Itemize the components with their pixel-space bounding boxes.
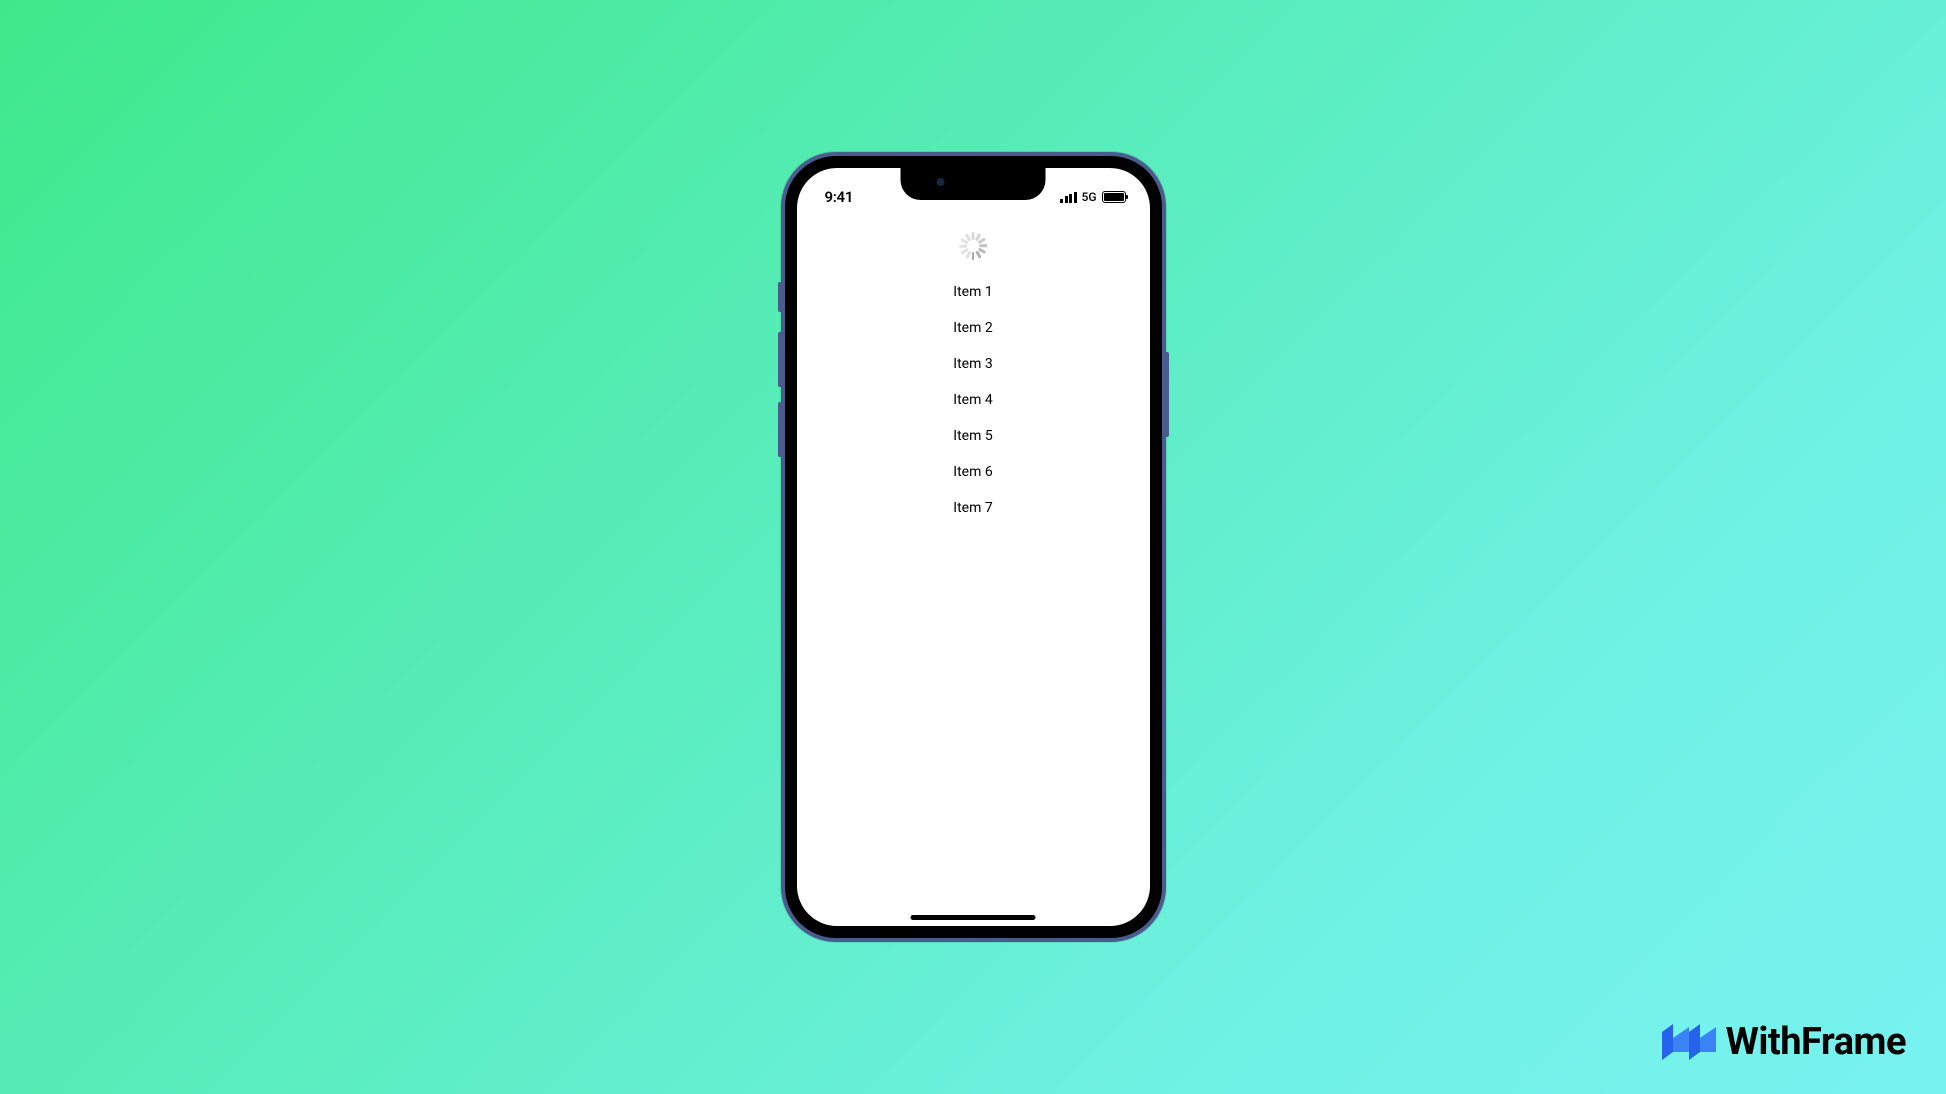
status-indicators: 5G [1060, 190, 1126, 204]
home-indicator[interactable] [911, 915, 1036, 920]
status-time: 9:41 [825, 188, 854, 206]
battery-icon [1102, 191, 1126, 203]
network-type: 5G [1082, 190, 1097, 204]
volume-up-button [778, 332, 781, 387]
list-item[interactable]: Item 3 [953, 346, 992, 382]
phone-screen: 9:41 5G Item 1 I [797, 168, 1150, 926]
front-camera [937, 178, 945, 186]
loading-spinner-icon [959, 232, 987, 260]
list-item[interactable]: Item 6 [953, 454, 992, 490]
loading-indicator-container [797, 212, 1150, 274]
list-item[interactable]: Item 5 [953, 418, 992, 454]
silence-switch [778, 282, 781, 312]
item-list[interactable]: Item 1 Item 2 Item 3 Item 4 Item 5 Item … [797, 274, 1150, 526]
phone-notch [901, 168, 1046, 200]
withframe-watermark: WithFrame [1662, 1020, 1906, 1064]
list-item[interactable]: Item 1 [953, 274, 992, 310]
volume-down-button [778, 402, 781, 457]
list-item[interactable]: Item 4 [953, 382, 992, 418]
power-button [1166, 352, 1169, 437]
cellular-signal-icon [1060, 192, 1077, 203]
list-item[interactable]: Item 2 [953, 310, 992, 346]
list-item[interactable]: Item 7 [953, 490, 992, 526]
withframe-logo-icon [1662, 1024, 1716, 1060]
watermark-text: WithFrame [1726, 1020, 1906, 1064]
phone-device-frame: 9:41 5G Item 1 I [781, 152, 1166, 942]
